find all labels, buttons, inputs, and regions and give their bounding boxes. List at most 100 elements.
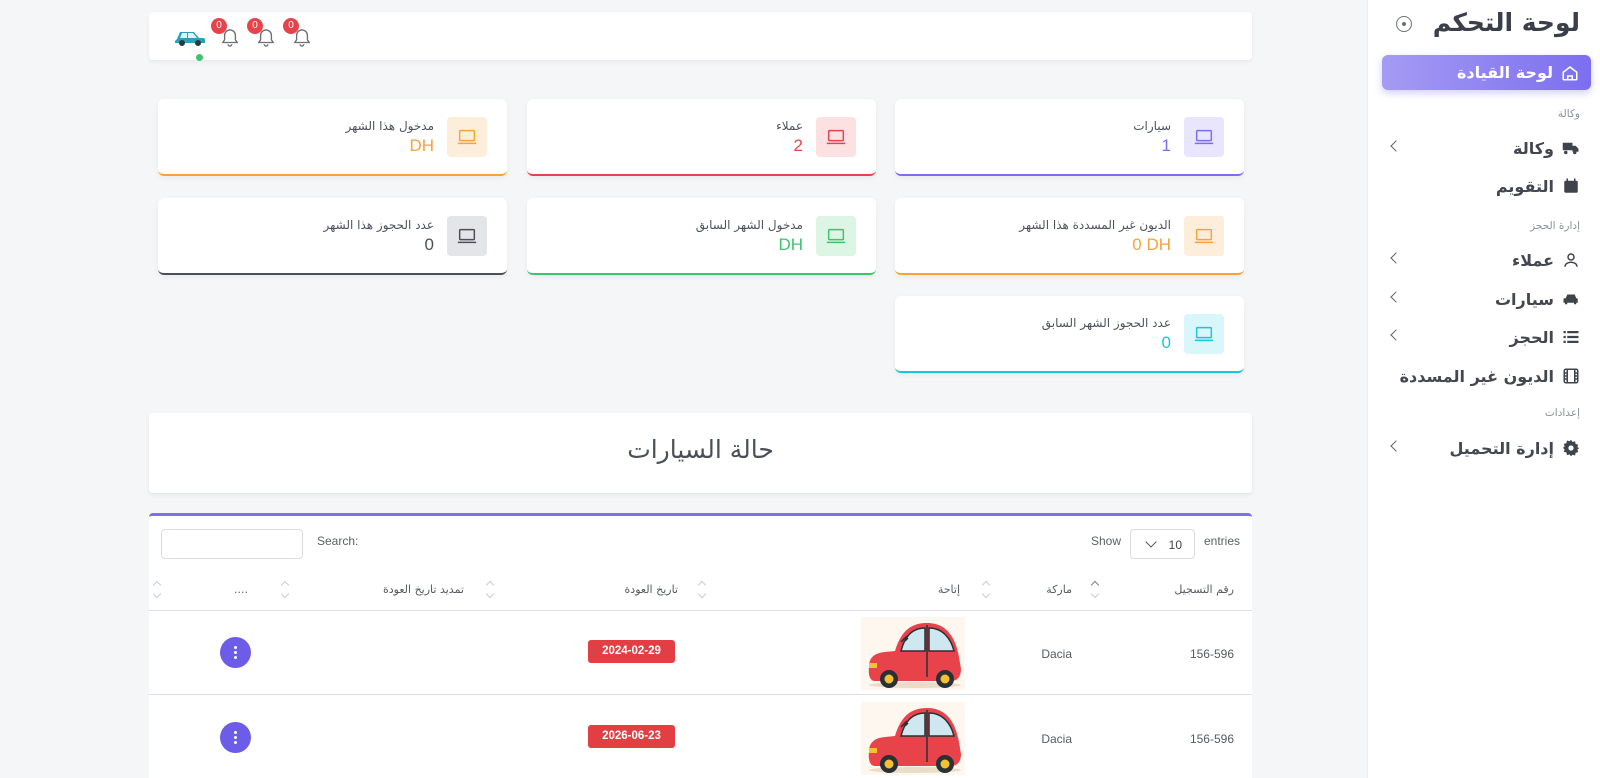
column-header-extend-return-date[interactable]: تمديد تاريخ العودة <box>383 583 464 596</box>
notification-bell-1[interactable]: 0 <box>211 18 239 48</box>
column-header-availability[interactable]: إتاحة <box>938 583 960 596</box>
sidebar-section-agency: وكالة <box>1557 108 1580 120</box>
sidebar-item-booking[interactable]: الحجز <box>1390 323 1580 351</box>
chevron-left-icon <box>1390 252 1402 264</box>
car-icon <box>1562 290 1580 308</box>
sidebar-toggle-icon[interactable] <box>1396 16 1412 32</box>
chevron-left-icon <box>1390 440 1402 452</box>
car-image <box>861 702 965 775</box>
sidebar-item-unpaid-debts[interactable]: الديون غير المسددة <box>1392 362 1580 390</box>
return-date-badge: 2024-02-29 <box>588 640 675 663</box>
stat-value: DH <box>409 136 434 155</box>
laptop-icon <box>1184 216 1224 256</box>
column-header-return-date[interactable]: تاريخ العودة <box>625 583 678 596</box>
car-icon[interactable] <box>174 25 206 47</box>
return-date-badge: 2026-06-23 <box>588 725 675 748</box>
column-header-registration[interactable]: رقم التسجيل <box>1174 583 1234 596</box>
sort-icon[interactable] <box>153 579 161 601</box>
entries-label: entries <box>1203 534 1240 548</box>
stat-label: عملاء <box>776 119 803 133</box>
stat-value: 1 <box>1161 136 1171 155</box>
stat-value: 0 DH <box>1132 235 1171 254</box>
stat-value: 0 <box>424 235 434 254</box>
sidebar-section-settings: إعدادات <box>1544 407 1580 419</box>
sidebar-item-cars[interactable]: سيارات <box>1390 285 1580 313</box>
sidebar-section-booking: إدارة الحجز <box>1530 220 1580 232</box>
laptop-icon <box>1184 117 1224 157</box>
sidebar-item-upload-management[interactable]: إدارة التحميل <box>1390 434 1580 462</box>
sort-icon[interactable] <box>982 579 990 601</box>
stat-label: الديون غير المسددة هذا الشهر <box>1019 218 1171 232</box>
sort-icon[interactable] <box>698 579 706 601</box>
film-icon <box>1562 367 1580 385</box>
registration-cell: 156-596 <box>1189 732 1234 746</box>
chevron-left-icon <box>1390 140 1402 152</box>
sort-icon[interactable] <box>1091 579 1099 601</box>
notification-badge: 0 <box>247 18 263 34</box>
notification-badge: 0 <box>283 18 299 34</box>
gear-icon <box>1562 439 1580 457</box>
brand-cell: Dacia <box>1041 732 1072 746</box>
notification-bell-3[interactable]: 0 <box>283 18 311 48</box>
laptop-icon <box>447 216 487 256</box>
sidebar-item-label: الحجز <box>1509 327 1554 347</box>
laptop-icon <box>1184 314 1224 354</box>
notification-badge: 0 <box>211 18 227 34</box>
sidebar-item-calendar[interactable]: التقويم <box>1392 172 1580 200</box>
sidebar: لوحة التحكم لوحة القيادة وكالة وكالة الت… <box>1367 0 1600 778</box>
cars-status-title: حالة السيارات <box>627 435 774 464</box>
entries-select[interactable]: 10 <box>1130 529 1195 559</box>
cars-table-panel: entries 10 Show Search: رقم التسجيل مارك… <box>149 513 1252 778</box>
more-actions-button[interactable] <box>220 637 251 668</box>
laptop-icon <box>816 216 856 256</box>
user-icon <box>1562 251 1580 269</box>
sidebar-item-agency[interactable]: وكالة <box>1390 134 1580 162</box>
stat-value: 0 <box>1161 333 1171 352</box>
stat-card: الديون غير المسددة هذا الشهر 0 DH <box>895 198 1244 275</box>
chevron-left-icon <box>1390 329 1402 341</box>
stat-card: عملاء 2 <box>527 99 876 176</box>
sidebar-item-label: إدارة التحميل <box>1449 438 1555 458</box>
entries-select-value: 10 <box>1168 538 1182 552</box>
calendar-icon <box>1562 177 1580 195</box>
sidebar-item-clients[interactable]: عملاء <box>1390 246 1580 274</box>
sidebar-item-label: التقويم <box>1495 176 1554 196</box>
sidebar-title: لوحة التحكم <box>1432 8 1580 37</box>
column-header-brand[interactable]: ماركة <box>1046 583 1072 596</box>
stat-value: DH <box>778 235 803 254</box>
stat-label: مدخول الشهر السابق <box>695 218 803 232</box>
show-label: Show <box>1090 534 1121 548</box>
stat-card: عدد الحجوز هذا الشهر 0 <box>158 198 507 275</box>
cars-status-header: حالة السيارات <box>149 413 1252 493</box>
sidebar-item-label: الديون غير المسددة <box>1399 366 1554 386</box>
chevron-left-icon <box>1390 291 1402 303</box>
stat-label: سيارات <box>1133 119 1171 133</box>
stat-label: عدد الحجوز الشهر السابق <box>1041 316 1171 330</box>
table-row: 156-596 Dacia 2024-02-29 <box>149 611 1252 695</box>
sort-icon[interactable] <box>486 579 494 601</box>
truck-icon <box>1562 139 1580 157</box>
table-row: 156-596 Dacia 2026-06-23 <box>149 696 1252 778</box>
search-label: Search: <box>317 534 359 548</box>
stat-card: سيارات 1 <box>895 99 1244 176</box>
home-icon <box>1561 64 1579 82</box>
list-icon <box>1562 328 1580 346</box>
stat-value: 2 <box>793 136 803 155</box>
sidebar-item-label: وكالة <box>1513 138 1554 158</box>
stat-label: عدد الحجوز هذا الشهر <box>323 218 434 232</box>
notification-bell-2[interactable]: 0 <box>247 18 275 48</box>
top-navbar: 0 0 0 <box>149 12 1252 61</box>
more-actions-button[interactable] <box>220 722 251 753</box>
column-header-actions[interactable]: .... <box>234 583 248 596</box>
sidebar-item-label: عملاء <box>1512 250 1554 270</box>
stat-label: مدخول هذا الشهر <box>345 119 435 133</box>
online-status-dot <box>196 54 203 61</box>
chevron-down-icon <box>1145 536 1157 548</box>
sidebar-item-label: سيارات <box>1494 289 1554 309</box>
brand-cell: Dacia <box>1041 647 1072 661</box>
search-input[interactable] <box>161 529 303 559</box>
laptop-icon <box>816 117 856 157</box>
sidebar-item-dashboard[interactable]: لوحة القيادة <box>1382 55 1591 90</box>
car-image <box>861 617 965 690</box>
sort-icon[interactable] <box>281 579 289 601</box>
